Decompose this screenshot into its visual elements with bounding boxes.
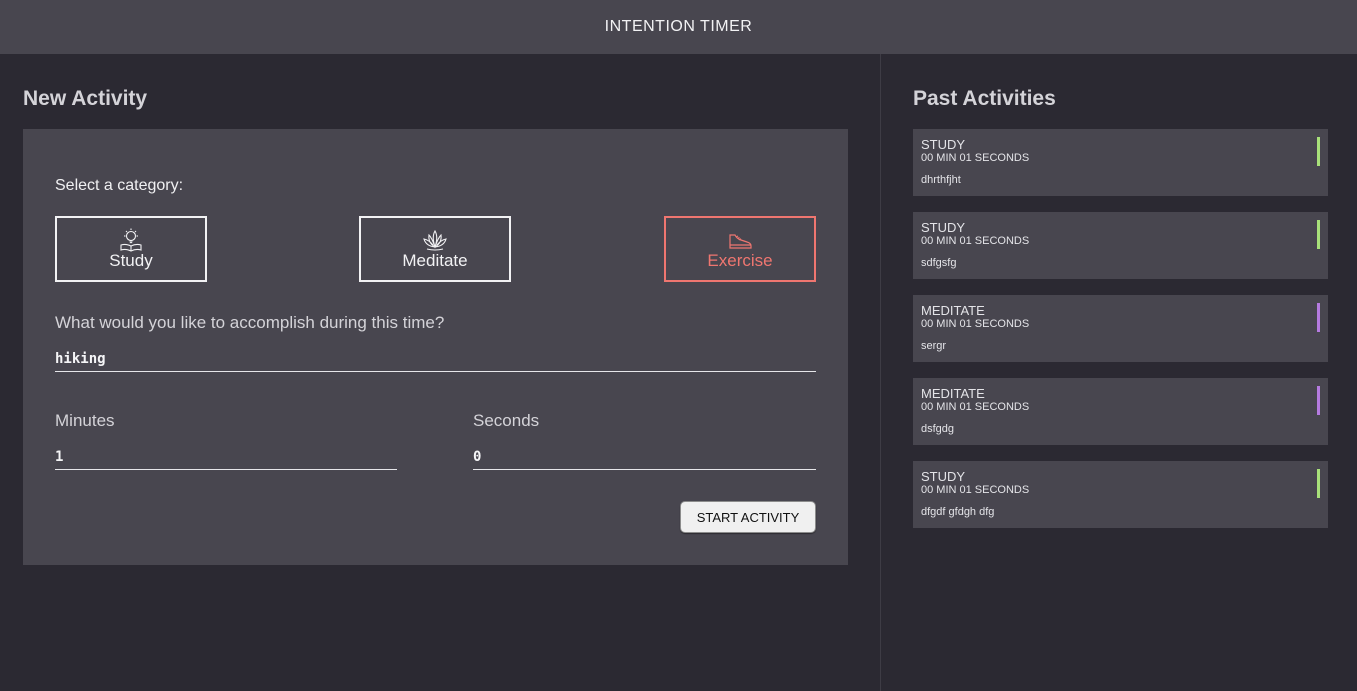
study-label: Study	[109, 251, 153, 270]
meditate-label: Meditate	[402, 251, 468, 270]
meditate-category-button[interactable]: Meditate	[359, 216, 511, 282]
exercise-label: Exercise	[707, 251, 773, 270]
past-activity-description: sergr	[921, 340, 947, 352]
past-activity-card: STUDY 00 MIN 01 SECONDS dfgdf gfdgh dfg	[913, 461, 1328, 528]
column-divider	[880, 54, 881, 691]
category-color-bar	[1317, 303, 1320, 332]
past-activity-description: dhrthfjht	[921, 174, 961, 186]
past-activity-category: STUDY	[921, 469, 966, 484]
past-activities-title: Past Activities	[913, 87, 1056, 110]
app-header: INTENTION TIMER	[0, 0, 1357, 54]
category-color-bar	[1317, 469, 1320, 498]
new-activity-title: New Activity	[23, 87, 148, 110]
past-activity-category: STUDY	[921, 137, 966, 152]
past-activity-card: MEDITATE 00 MIN 01 SECONDS dsfgdg	[913, 378, 1328, 445]
past-activity-duration: 00 MIN 01 SECONDS	[921, 401, 1030, 413]
past-activity-duration: 00 MIN 01 SECONDS	[921, 484, 1030, 496]
past-activity-category: MEDITATE	[921, 386, 985, 401]
past-activity-description: dsfgdg	[921, 423, 955, 435]
start-activity-button[interactable]: START ACTIVITY	[680, 501, 816, 533]
past-activity-duration: 00 MIN 01 SECONDS	[921, 318, 1030, 330]
past-activity-category: MEDITATE	[921, 303, 985, 318]
past-activity-description: dfgdf gfdgh dfg	[921, 506, 995, 518]
study-category-button[interactable]: Study	[55, 216, 207, 282]
category-color-bar	[1317, 220, 1320, 249]
past-activity-card: STUDY 00 MIN 01 SECONDS sdfgsfg	[913, 212, 1328, 279]
seconds-input[interactable]	[473, 449, 816, 470]
sneaker-icon	[729, 234, 752, 249]
past-activity-category: STUDY	[921, 220, 966, 235]
past-activity-duration: 00 MIN 01 SECONDS	[921, 235, 1030, 247]
past-activity-card: STUDY 00 MIN 01 SECONDS dhrthfjht	[913, 129, 1328, 196]
exercise-category-button[interactable]: Exercise	[664, 216, 816, 282]
minutes-input[interactable]	[55, 449, 397, 470]
past-activity-duration: 00 MIN 01 SECONDS	[921, 152, 1030, 164]
app-title: INTENTION TIMER	[604, 18, 753, 35]
category-prompt: Select a category:	[55, 177, 184, 194]
past-activity-card: MEDITATE 00 MIN 01 SECONDS sergr	[913, 295, 1328, 362]
new-activity-form: Select a category: Study Meditate Exerci…	[23, 129, 848, 565]
category-color-bar	[1317, 137, 1320, 166]
minutes-label: Minutes	[55, 411, 115, 430]
past-activity-description: sdfgsfg	[921, 257, 957, 269]
lotus-icon	[423, 229, 447, 251]
past-activities-list: STUDY 00 MIN 01 SECONDS dhrthfjht STUDY …	[913, 129, 1328, 544]
intention-input[interactable]	[55, 351, 816, 372]
seconds-label: Seconds	[473, 411, 540, 430]
category-color-bar	[1317, 386, 1320, 415]
intention-question: What would you like to accomplish during…	[55, 313, 445, 332]
lightbulb-book-icon	[120, 228, 142, 252]
